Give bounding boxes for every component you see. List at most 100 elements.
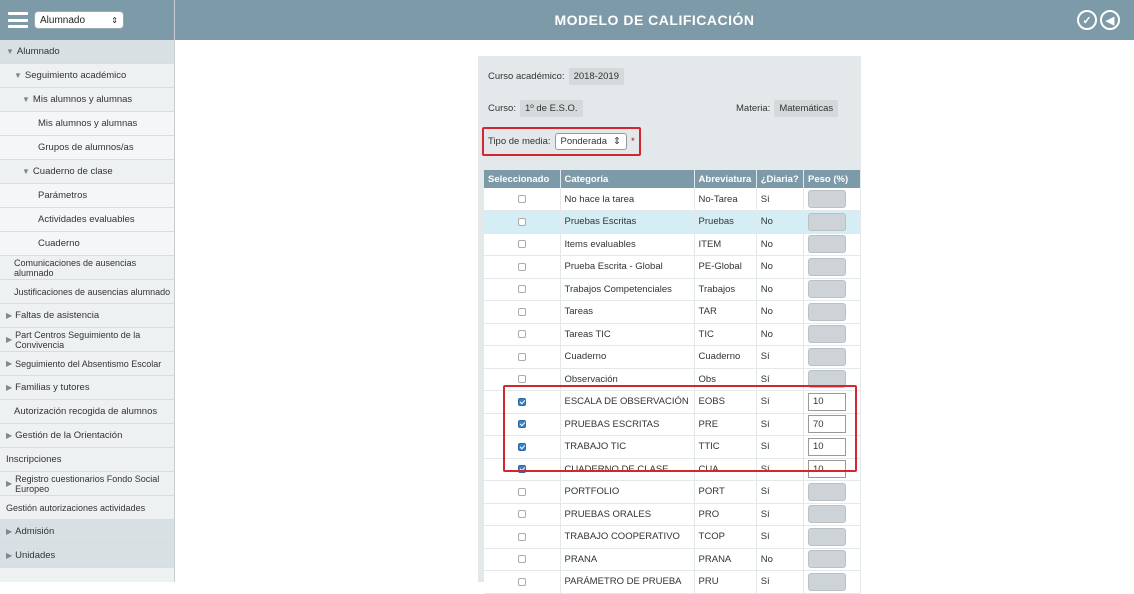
select-checkbox[interactable] xyxy=(517,330,526,339)
sidebar-item-label: Seguimiento académico xyxy=(24,70,127,81)
curso-academico-value: 2018-2019 xyxy=(568,68,624,85)
sidebar-item[interactable]: Mis alumnos y alumnas xyxy=(0,112,174,136)
sidebar-item[interactable]: Parámetros xyxy=(0,184,174,208)
daily-cell: Sí xyxy=(756,345,805,369)
sidebar-item[interactable]: Actividades evaluables xyxy=(0,208,174,232)
selected-cell xyxy=(484,323,561,346)
sidebar-item-label: Parámetros xyxy=(38,190,88,201)
selected-cell xyxy=(484,503,561,526)
select-checkbox[interactable] xyxy=(517,510,526,519)
abbreviation-cell: TCOP xyxy=(694,525,757,549)
sidebar-item[interactable]: ▶ Gestión de la Orientación xyxy=(0,424,174,448)
sidebar-item[interactable]: ▶ Part Centros Seguimiento de la Conviven… xyxy=(0,328,174,352)
table-row[interactable]: Trabajos Competenciales Trabajos No xyxy=(484,278,861,301)
abbreviation-cell: Cuaderno xyxy=(694,345,757,369)
table-row[interactable]: Cuaderno Cuaderno Sí xyxy=(484,345,861,369)
weight-input-disabled xyxy=(808,212,846,231)
sidebar-item[interactable]: ▶ Faltas de asistencia xyxy=(0,304,174,328)
back-icon[interactable]: ◀ xyxy=(1100,10,1120,30)
sidebar-item-label: Admisión xyxy=(15,526,55,537)
weight-cell xyxy=(803,278,861,301)
sidebar-item-label: Comunicaciones de ausencias alumnado xyxy=(14,257,137,278)
category-cell: TRABAJO COOPERATIVO xyxy=(560,525,695,549)
table-row[interactable]: TRABAJO COOPERATIVO TCOP Sí xyxy=(484,525,861,549)
sidebar-item[interactable]: ▶ Unidades xyxy=(0,544,174,568)
table-row[interactable]: Prueba Escrita - Global PE-Global No xyxy=(484,255,861,279)
weight-input-disabled xyxy=(808,325,846,344)
column-header: Categoría xyxy=(560,170,695,188)
table-row[interactable]: PRANA PRANA No xyxy=(484,548,861,571)
sidebar-item[interactable]: ▼ Cuaderno de clase xyxy=(0,160,174,184)
expanded-arrow-icon: ▼ xyxy=(22,95,30,104)
sidebar-item[interactable]: ▶ Seguimiento del Absentismo Escolar xyxy=(0,352,174,376)
sidebar-item[interactable]: ▶ Registro cuestionarios Fondo Social Eur… xyxy=(0,472,174,496)
table-row[interactable]: PRUEBAS ORALES PRO Sí xyxy=(484,503,861,526)
collapsed-arrow-icon: ▶ xyxy=(6,311,13,320)
column-header: Seleccionado xyxy=(484,170,561,188)
tipo-media-value: Ponderada xyxy=(560,136,607,147)
menu-icon[interactable] xyxy=(8,12,28,28)
select-checkbox[interactable] xyxy=(517,487,526,496)
sidebar-item[interactable]: Comunicaciones de ausencias alumnado xyxy=(0,256,174,280)
sidebar-item[interactable]: Cuaderno xyxy=(0,232,174,256)
table-row[interactable]: Tareas TAR No xyxy=(484,300,861,324)
weight-cell xyxy=(803,480,861,504)
select-checkbox[interactable] xyxy=(517,240,526,249)
column-header: Peso (%) xyxy=(803,170,861,188)
sidebar-item-label: Seguimiento del Absentismo Escolar xyxy=(15,358,162,369)
materia-row: Materia: Matemáticas xyxy=(736,100,839,117)
select-checkbox[interactable] xyxy=(517,217,526,226)
weight-input-disabled xyxy=(808,280,846,299)
daily-cell: Sí xyxy=(756,503,805,526)
sidebar-item[interactable]: Grupos de alumnos/as xyxy=(0,136,174,160)
tipo-media-select[interactable]: Ponderada ⇕ xyxy=(554,133,627,150)
daily-cell: No xyxy=(756,233,805,256)
sidebar-item-label: Gestión autorizaciones actividades xyxy=(6,502,146,513)
category-cell: Prueba Escrita - Global xyxy=(560,255,695,279)
curso-row: Curso: 1º de E.S.O. xyxy=(488,100,583,117)
sidebar-item[interactable]: ▼ Mis alumnos y alumnas xyxy=(0,88,174,112)
table-row[interactable]: PORTFOLIO PORT Sí xyxy=(484,480,861,504)
materia-label: Materia: xyxy=(736,103,771,114)
curso-academico-row: Curso académico: 2018-2019 xyxy=(488,68,624,85)
sidebar-item-label: Gestión de la Orientación xyxy=(15,430,123,441)
weight-cell xyxy=(803,525,861,549)
table-row[interactable]: No hace la tarea No-Tarea Sí xyxy=(484,188,861,211)
category-cell: Cuaderno xyxy=(560,345,695,369)
abbreviation-cell: TIC xyxy=(694,323,757,346)
sidebar-item-label: Justificaciones de ausencias alumnado xyxy=(14,286,171,297)
table-row[interactable]: Tareas TIC TIC No xyxy=(484,323,861,346)
weight-cell xyxy=(803,210,861,234)
select-checkbox[interactable] xyxy=(517,532,526,541)
role-select[interactable]: Alumnado ⇕ xyxy=(34,11,124,29)
select-checkbox[interactable] xyxy=(517,555,526,564)
sidebar-item[interactable]: ▼ Alumnado xyxy=(0,40,174,64)
sidebar-item[interactable]: ▶ Admisión xyxy=(0,520,174,544)
tipo-media-label: Tipo de media: xyxy=(488,136,551,147)
abbreviation-cell: PRANA xyxy=(694,548,757,571)
select-checkbox[interactable] xyxy=(517,307,526,316)
daily-cell: Sí xyxy=(756,188,805,211)
select-checkbox[interactable] xyxy=(517,262,526,271)
select-checkbox[interactable] xyxy=(517,375,526,384)
sidebar-item[interactable]: Justificaciones de ausencias alumnado xyxy=(0,280,174,304)
sidebar-item[interactable]: Inscripciones xyxy=(0,448,174,472)
weight-cell xyxy=(803,233,861,256)
select-checkbox[interactable] xyxy=(517,194,526,203)
selected-cell xyxy=(484,233,561,256)
table-row[interactable]: Items evaluables ITEM No xyxy=(484,233,861,256)
collapsed-arrow-icon: ▶ xyxy=(6,478,13,488)
table-row[interactable]: Pruebas Escritas Pruebas No xyxy=(484,210,861,234)
sidebar-item[interactable]: ▼ Seguimiento académico xyxy=(0,64,174,88)
sidebar-item-label: Alumnado xyxy=(16,46,60,57)
sidebar-item-label: Faltas de asistencia xyxy=(15,310,100,321)
select-checkbox[interactable] xyxy=(517,352,526,361)
sidebar-item[interactable]: Gestión autorizaciones actividades xyxy=(0,496,174,520)
category-cell: PRUEBAS ORALES xyxy=(560,503,695,526)
select-checkbox[interactable] xyxy=(517,285,526,294)
page-header: MODELO DE CALIFICACIÓN ✓ ◀ xyxy=(175,0,1134,40)
abbreviation-cell: No-Tarea xyxy=(694,188,757,211)
sidebar-item[interactable]: ▶ Familias y tutores xyxy=(0,376,174,400)
accept-icon[interactable]: ✓ xyxy=(1077,10,1097,30)
sidebar-item[interactable]: Autorización recogida de alumnos xyxy=(0,400,174,424)
